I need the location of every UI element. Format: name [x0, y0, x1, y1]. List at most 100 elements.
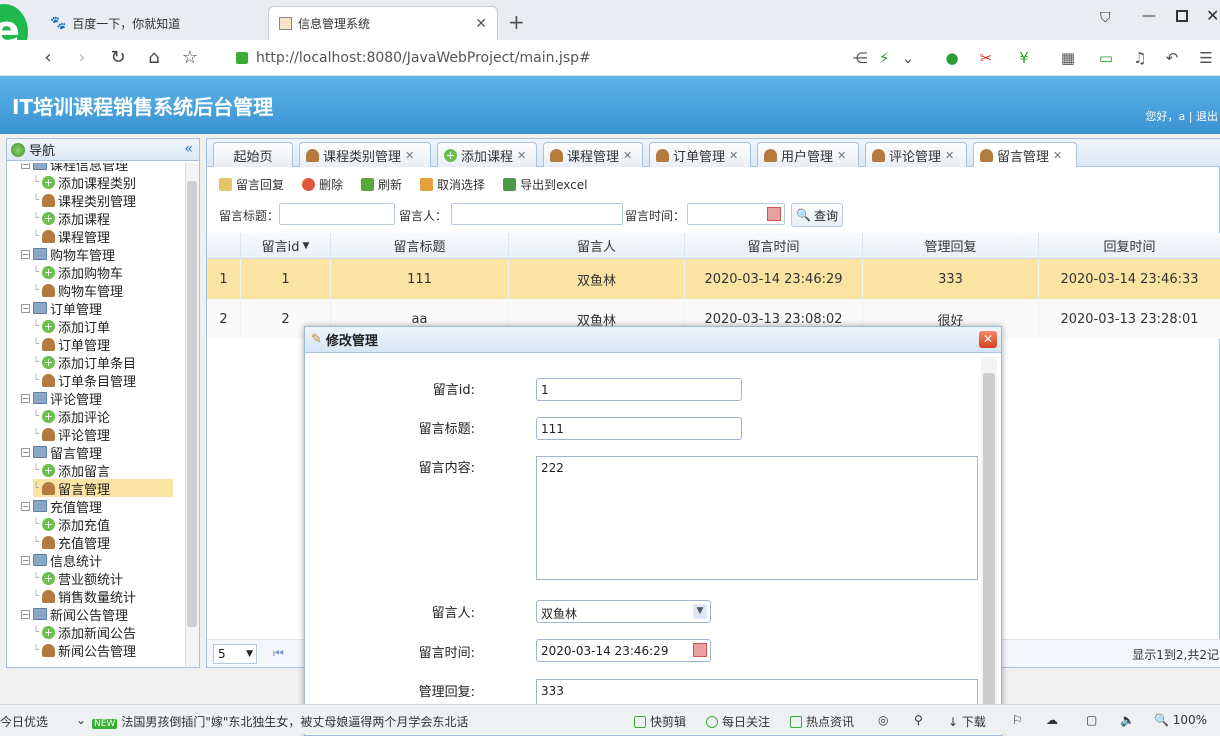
sidebar-item[interactable]: └ + 添加课程类别	[33, 173, 136, 192]
collapse-toggle-icon[interactable]: −	[21, 501, 30, 511]
collapse-toggle-icon[interactable]: −	[21, 447, 30, 457]
person-select[interactable]: 双鱼林 ▼	[536, 600, 711, 623]
share-icon[interactable]: ⋲	[850, 48, 870, 68]
sidebar-item[interactable]: − 订单管理	[21, 299, 102, 318]
filter-person-input[interactable]	[451, 203, 623, 225]
calendar-icon[interactable]	[767, 207, 781, 221]
battery-icon[interactable]: ▭	[1096, 48, 1116, 68]
window-icon[interactable]: ▢	[1086, 713, 1097, 727]
tab-add-course[interactable]: + 添加课程 ✕	[437, 142, 537, 167]
scissors-icon[interactable]: ✂	[976, 48, 996, 68]
redian-button[interactable]: 热点资讯	[790, 713, 854, 730]
skin-icon[interactable]: ⛉	[1100, 10, 1111, 26]
export-button[interactable]: 导出到excel	[503, 176, 587, 193]
sidebar-item[interactable]: └ 订单管理	[33, 335, 110, 354]
reply-button[interactable]: 留言回复	[219, 176, 284, 193]
dialog-close-button[interactable]: ✕	[979, 331, 997, 348]
tab-comment-manage[interactable]: 评论管理 ✕	[865, 142, 967, 167]
collapse-toggle-icon[interactable]: −	[21, 163, 30, 169]
browser-tab-active[interactable]: 信息管理系统 ✕	[268, 6, 498, 40]
status-left[interactable]: 今日优选	[0, 713, 48, 730]
sidebar-item[interactable]: └ 新闻公告管理	[33, 641, 136, 660]
sidebar-item[interactable]: └ + 添加订单	[33, 317, 110, 336]
sidebar-item[interactable]: − 购物车管理	[21, 245, 115, 264]
tab-home[interactable]: 起始页	[213, 142, 293, 167]
maximize-icon[interactable]	[1176, 10, 1188, 22]
column-header[interactable]: 回复时间	[1039, 233, 1220, 259]
tab-message-manage[interactable]: 留言管理 ✕	[973, 142, 1077, 167]
id-input[interactable]: 1	[536, 378, 742, 401]
star-icon[interactable]: ☆	[178, 46, 202, 70]
currency-icon[interactable]: ¥	[1014, 48, 1034, 68]
menu-icon[interactable]: ☰	[1196, 48, 1216, 68]
sidebar-item[interactable]: └ 订单条目管理	[33, 371, 136, 390]
delete-button[interactable]: 删除	[302, 176, 343, 193]
address-bar[interactable]: http://localhost:8080/JavaWebProject/mai…	[236, 45, 916, 71]
column-header[interactable]: 管理回复	[863, 233, 1039, 259]
tab-course-manage[interactable]: 课程管理 ✕	[543, 142, 643, 167]
close-icon[interactable]: ✕	[729, 149, 738, 162]
page-size-select[interactable]: 5 ▼	[213, 644, 257, 664]
collapse-icon[interactable]: «	[184, 141, 193, 157]
chevron-down-icon[interactable]: ⌄	[898, 48, 918, 68]
sidebar-item[interactable]: └ 充值管理	[33, 533, 110, 552]
collapse-toggle-icon[interactable]: −	[21, 555, 30, 565]
tab-user-manage[interactable]: 用户管理 ✕	[757, 142, 859, 167]
browser-tab-baidu[interactable]: 🐾 百度一下，你就知道	[40, 6, 266, 40]
filter-time-input[interactable]	[687, 203, 785, 225]
sidebar-item[interactable]: └ + 添加充值	[33, 515, 110, 534]
home-icon[interactable]: ⌂	[142, 46, 166, 70]
headphones-icon[interactable]: ♫	[1130, 48, 1150, 68]
column-header[interactable]: 留言人	[509, 233, 685, 259]
sidebar-item[interactable]: − 新闻公告管理	[21, 605, 128, 624]
sidebar-item[interactable]: − 充值管理	[21, 497, 102, 516]
first-page-icon[interactable]: ⏮	[273, 646, 284, 661]
new-tab-icon[interactable]: +	[508, 10, 525, 34]
close-icon[interactable]: ✕	[623, 149, 632, 162]
sidebar-item[interactable]: └ + 添加课程	[33, 209, 110, 228]
reload-icon[interactable]: ↻	[106, 46, 130, 70]
apps-icon[interactable]: ▦	[1058, 48, 1078, 68]
sidebar-item[interactable]: └ + 添加评论	[33, 407, 110, 426]
column-header[interactable]: 留言id ▼	[241, 233, 331, 259]
pin-icon[interactable]: ⚲	[914, 713, 923, 727]
lightning-icon[interactable]: ⚡	[874, 48, 894, 68]
close-icon[interactable]: ✕	[945, 149, 954, 162]
undo-icon[interactable]: ↶	[1162, 48, 1182, 68]
sidebar-item[interactable]: └ 课程类别管理	[33, 191, 136, 210]
sidebar-item[interactable]: └ 销售数量统计	[33, 587, 136, 606]
filter-title-input[interactable]	[279, 203, 395, 225]
sidebar-scroll-thumb[interactable]	[187, 181, 197, 627]
content-textarea[interactable]: 222	[536, 456, 978, 580]
user-greeting[interactable]: 您好，a | 退出	[1146, 108, 1218, 124]
volume-icon[interactable]: 🔈	[1120, 713, 1135, 727]
bookmark-icon[interactable]: ⚐	[1012, 713, 1023, 727]
tab-order-manage[interactable]: 订单管理 ✕	[649, 142, 751, 167]
dialog-scroll-thumb[interactable]	[983, 373, 995, 733]
sidebar-item[interactable]: └ + 添加留言	[33, 461, 110, 480]
query-button[interactable]: 🔍 查询	[791, 203, 843, 227]
back-icon[interactable]: ‹	[36, 46, 60, 70]
sidebar-item[interactable]: − 信息统计	[21, 551, 102, 570]
chat-icon[interactable]: ●	[942, 48, 962, 68]
sidebar-item[interactable]: └ + 添加订单条目	[33, 353, 136, 372]
close-icon[interactable]: ✕	[405, 149, 414, 162]
calendar-icon[interactable]	[693, 643, 707, 657]
sidebar-item[interactable]: └ 留言管理	[33, 479, 173, 498]
download-button[interactable]: ↓ 下载	[948, 713, 986, 730]
news-ticker[interactable]: NEW 法国男孩倒插门"嫁"东北独生女，被丈母娘逼得两个月学会东北话	[92, 713, 468, 730]
cloud-icon[interactable]: ☁	[1046, 713, 1058, 727]
meiri-button[interactable]: 每日关注	[706, 713, 770, 730]
column-header[interactable]: 留言时间	[685, 233, 863, 259]
sidebar-item[interactable]: − 留言管理	[21, 443, 102, 462]
sidebar-item[interactable]: └ + 营业额统计	[33, 569, 123, 588]
sidebar-item[interactable]: └ + 添加新闻公告	[33, 623, 136, 642]
speed-icon[interactable]: ◎	[878, 713, 888, 727]
time-input[interactable]: 2020-03-14 23:46:29	[536, 639, 711, 662]
close-window-icon[interactable]: ✕	[1206, 6, 1219, 25]
sidebar-item[interactable]: − 课程信息管理	[21, 163, 128, 174]
column-header[interactable]: 留言标题	[331, 233, 509, 259]
sidebar-item[interactable]: └ 购物车管理	[33, 281, 123, 300]
zoom-control[interactable]: 🔍 100%	[1154, 713, 1207, 727]
collapse-toggle-icon[interactable]: −	[21, 303, 30, 313]
